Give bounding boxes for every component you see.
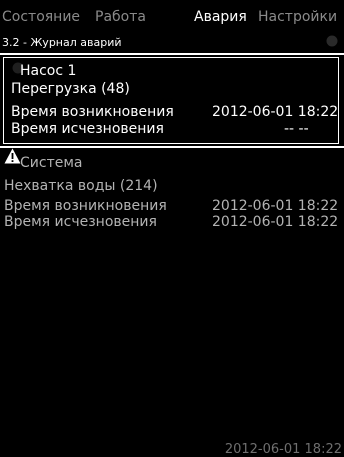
occurred-value: 2012-06-01 18:22: [212, 198, 339, 214]
list-divider: [0, 146, 344, 148]
occurred-label: Время возникновения: [11, 104, 174, 120]
cleared-value: -- --: [284, 121, 309, 137]
cleared-value: 2012-06-01 18:22: [212, 214, 339, 230]
tab-operation[interactable]: Работа: [95, 9, 146, 25]
cleared-label: Время исчезновения: [11, 121, 164, 137]
warning-triangle-icon: [4, 148, 21, 164]
occurred-label: Время возникновения: [4, 198, 167, 214]
alarm-description: Нехватка воды (214): [4, 178, 158, 194]
alarm-source: Насос 1: [20, 63, 77, 79]
alarm-source: Система: [20, 155, 83, 171]
tab-settings[interactable]: Настройки: [258, 9, 337, 25]
cleared-label: Время исчезновения: [4, 214, 157, 230]
tab-status[interactable]: Состояние: [2, 9, 80, 25]
tab-alarm[interactable]: Авария: [194, 9, 247, 25]
status-datetime: 2012-06-01 18:22: [224, 442, 342, 457]
alarm-indicator-icon: [326, 35, 338, 47]
occurred-value: 2012-06-01 18:22: [212, 104, 339, 120]
header-divider: [0, 53, 344, 55]
page-title: 3.2 - Журнал аварий: [2, 36, 122, 49]
alarm-description: Перегрузка (48): [11, 81, 130, 97]
top-tabs: Состояние Работа Авария Настройки: [0, 0, 344, 34]
